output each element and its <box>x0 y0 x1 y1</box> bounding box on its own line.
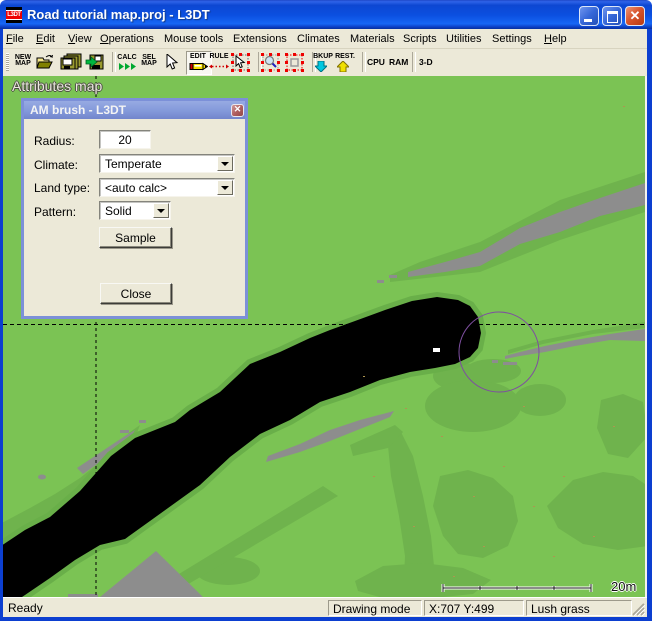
svg-text:20m: 20m <box>611 579 636 594</box>
